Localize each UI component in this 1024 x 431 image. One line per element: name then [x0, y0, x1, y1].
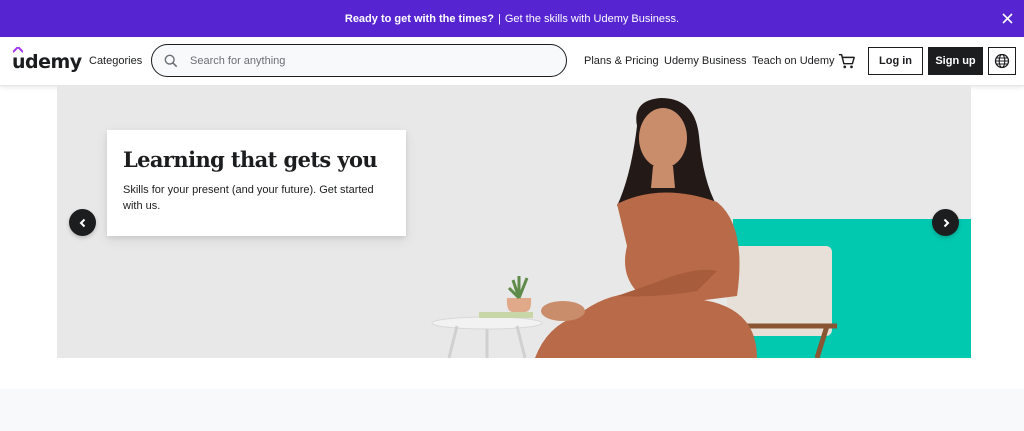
logo-hat-icon	[13, 47, 23, 53]
cart-icon[interactable]	[838, 52, 856, 70]
search-bar[interactable]	[151, 44, 567, 77]
chevron-right-icon	[943, 218, 949, 227]
close-icon[interactable]	[998, 9, 1016, 27]
search-input[interactable]	[190, 54, 550, 67]
nav-udemy-business[interactable]: Udemy Business	[664, 55, 747, 67]
language-button[interactable]	[988, 47, 1016, 75]
promo-banner[interactable]: Ready to get with the times? | Get the s…	[0, 0, 1024, 37]
globe-icon	[994, 53, 1010, 69]
hero-title: Learning that gets you	[123, 147, 378, 172]
hero-card: Learning that gets you Skills for your p…	[107, 130, 406, 236]
search-icon	[164, 54, 178, 67]
promo-strong-text: Ready to get with the times?	[344, 12, 495, 25]
carousel-next-button[interactable]	[932, 209, 959, 236]
carousel-prev-button[interactable]	[69, 209, 96, 236]
signup-button[interactable]: Sign up	[928, 47, 983, 75]
logo-text: udemy	[12, 51, 82, 73]
section-background	[0, 389, 1024, 431]
categories-menu[interactable]: Categories	[89, 55, 142, 67]
udemy-logo[interactable]: udemy	[12, 47, 82, 73]
promo-text: Get the skills with Udemy Business.	[504, 12, 680, 25]
hero-subtitle: Skills for your present (and your future…	[123, 184, 374, 212]
login-button[interactable]: Log in	[868, 47, 923, 75]
promo-separator: |	[498, 12, 501, 25]
nav-teach-on-udemy[interactable]: Teach on Udemy	[752, 55, 835, 67]
top-header: udemy Categories Plans & Pricing Udemy B…	[0, 37, 1024, 86]
chevron-left-icon	[79, 218, 85, 227]
nav-plans-pricing[interactable]: Plans & Pricing	[584, 55, 659, 67]
